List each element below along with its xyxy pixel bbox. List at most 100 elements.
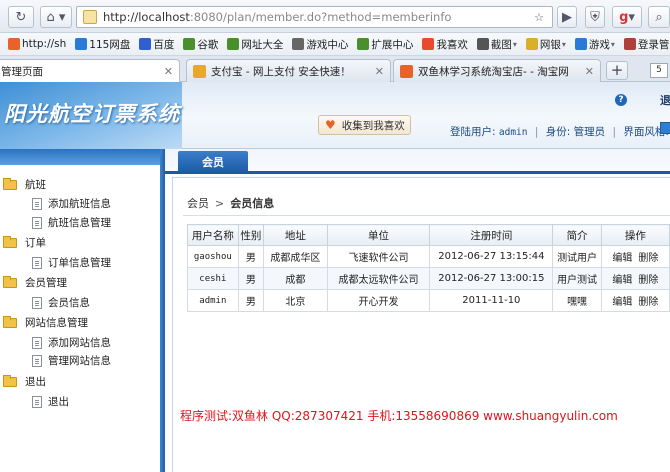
cell-company: 飞速软件公司	[326, 245, 431, 268]
folder-icon	[3, 275, 17, 288]
sidebar-group-site-info[interactable]: 网站信息管理	[3, 315, 88, 330]
search-icon: ⌕	[655, 9, 663, 25]
bookmark-icon	[574, 38, 587, 50]
page-favicon-icon	[83, 10, 97, 24]
search-button[interactable]: ⌕	[648, 6, 670, 28]
bookmark-item[interactable]: 网银 ▾	[525, 37, 566, 52]
delete-link[interactable]: 删除	[638, 253, 658, 264]
bookmark-icon	[139, 38, 152, 50]
close-icon[interactable]: ✕	[375, 65, 384, 78]
tab-alipay[interactable]: 支付宝 - 网上支付 安全快速！ ✕	[186, 59, 391, 82]
edit-link[interactable]: 编辑	[612, 253, 632, 264]
new-tab-button[interactable]: +	[606, 61, 628, 80]
tab-count[interactable]: 5	[650, 63, 668, 78]
sidebar-group-exit[interactable]: 退出	[3, 374, 46, 389]
column-header: 性别	[237, 224, 265, 246]
search-engine-button[interactable]: g ▾	[612, 6, 642, 28]
help-icon[interactable]: ?	[615, 94, 627, 106]
cell-actions: 编辑 删除	[600, 267, 670, 290]
sidebar-item-manage-flight[interactable]: 航班信息管理	[32, 215, 111, 230]
star-icon[interactable]: ☆	[530, 8, 548, 26]
folder-icon	[3, 177, 17, 190]
home-icon: ⌂ ▾	[46, 9, 66, 25]
sidebar-item-manage-order[interactable]: 订单信息管理	[32, 255, 111, 270]
add-favorite-button[interactable]: ♥ 收集到我喜欢	[318, 115, 411, 135]
refresh-button[interactable]: ↻	[8, 6, 34, 28]
bookmark-item[interactable]: 游戏中心	[292, 37, 348, 52]
login-user: admin	[498, 127, 528, 138]
tab-member[interactable]: 会员	[178, 151, 248, 174]
sidebar-group-flight[interactable]: 航班	[3, 177, 46, 192]
bookmark-item[interactable]: 登录管	[623, 37, 669, 52]
sidebar-item-exit[interactable]: 退出	[32, 394, 69, 409]
table-row: admin 男 北京 开心开发 2011-11-10 嘿嘿 编辑 删除	[187, 289, 670, 312]
cell-actions: 编辑 删除	[600, 289, 670, 312]
sidebar-item-member-info[interactable]: 会员信息	[32, 295, 90, 310]
cell-intro: 用户测试	[552, 267, 602, 290]
breadcrumb-current: 会员信息	[230, 197, 275, 210]
chevron-down-icon: ▾	[610, 39, 615, 49]
bookmark-icon	[183, 38, 196, 50]
taobao-icon	[400, 64, 413, 78]
document-icon	[32, 336, 42, 349]
delete-link[interactable]: 删除	[638, 297, 658, 308]
refresh-icon: ↻	[15, 9, 27, 25]
cell-company: 开心开发	[326, 289, 431, 312]
bookmark-icon	[8, 38, 20, 50]
document-icon	[32, 197, 42, 210]
sidebar-group-order[interactable]: 订单	[3, 235, 46, 250]
heart-icon: ♥	[325, 118, 336, 132]
address-bar[interactable]: http://localhost:8080/plan/member.do?met…	[76, 6, 553, 28]
sidebar-group-member[interactable]: 会员管理	[3, 275, 67, 290]
bookmark-item[interactable]: http://sh	[8, 38, 66, 50]
bookmark-icon	[623, 38, 636, 50]
play-icon: ▶	[562, 9, 572, 25]
alipay-icon	[193, 64, 206, 78]
sidebar-item-add-site-info[interactable]: 添加网站信息	[32, 335, 111, 350]
cell-register-time: 2011-11-10	[429, 289, 554, 312]
bookmark-icon	[357, 38, 370, 50]
chevron-down-icon: ▾	[512, 39, 517, 49]
cell-username: ceshi	[187, 267, 239, 290]
sidebar-item-add-flight[interactable]: 添加航班信息	[32, 196, 111, 211]
browser-toolbar: ↻ ⌂ ▾ http://localhost:8080/plan/member.…	[0, 0, 670, 33]
cell-gender: 男	[237, 245, 265, 268]
user-info: 登陆用户: admin | 身份: 管理员 | 界面风格:	[450, 126, 669, 138]
breadcrumb: 会员 > 会员信息	[187, 195, 274, 211]
security-button[interactable]: ⛨	[585, 6, 605, 28]
search-engine-icon: g	[619, 9, 629, 25]
bookmark-item[interactable]: 游戏 ▾	[574, 37, 615, 52]
go-button[interactable]: ▶	[557, 6, 577, 28]
bookmark-icon	[227, 38, 240, 50]
column-header: 简介	[552, 224, 602, 246]
folder-icon	[3, 235, 17, 248]
tab-bar: 管理页面 ✕ 支付宝 - 网上支付 安全快速！ ✕ 双鱼林学习系统淘宝店- - …	[0, 56, 670, 83]
delete-link[interactable]: 删除	[638, 275, 658, 286]
tab-admin-page[interactable]: 管理页面 ✕	[0, 59, 180, 83]
bookmark-icon	[525, 38, 538, 50]
edit-link[interactable]: 编辑	[612, 297, 632, 308]
bookmark-item[interactable]: 截图 ▾	[476, 37, 517, 52]
tab-taobao[interactable]: 双鱼林学习系统淘宝店- - 淘宝网 ✕	[393, 59, 601, 82]
theme-switch-icon[interactable]	[660, 122, 670, 134]
close-icon[interactable]: ✕	[164, 65, 173, 78]
cell-username: gaoshou	[187, 245, 239, 268]
bookmark-item[interactable]: 谷歌	[183, 37, 218, 52]
cell-intro: 测试用户	[552, 245, 602, 268]
bookmark-icon	[292, 38, 305, 50]
breadcrumb-item[interactable]: 会员	[187, 195, 209, 211]
bookmark-item[interactable]: 我喜欢	[422, 37, 468, 52]
home-button[interactable]: ⌂ ▾	[40, 6, 72, 28]
close-icon[interactable]: ✕	[585, 65, 594, 78]
divider	[183, 215, 670, 216]
document-icon	[32, 296, 42, 309]
logout-link[interactable]: 退	[660, 92, 670, 108]
sidebar-item-manage-site-info[interactable]: 管理网站信息	[32, 353, 111, 368]
sidebar: 航班 添加航班信息 航班信息管理 订单 订单信息管理 会员管理 会员信息 网站信…	[0, 149, 165, 472]
bookmark-item[interactable]: 扩展中心	[357, 37, 413, 52]
bookmark-item[interactable]: 百度	[139, 37, 174, 52]
bookmark-item[interactable]: 115网盘	[75, 37, 130, 52]
edit-link[interactable]: 编辑	[612, 275, 632, 286]
address-url[interactable]: http://localhost:8080/plan/member.do?met…	[103, 10, 451, 24]
bookmark-item[interactable]: 网址大全	[227, 37, 283, 52]
